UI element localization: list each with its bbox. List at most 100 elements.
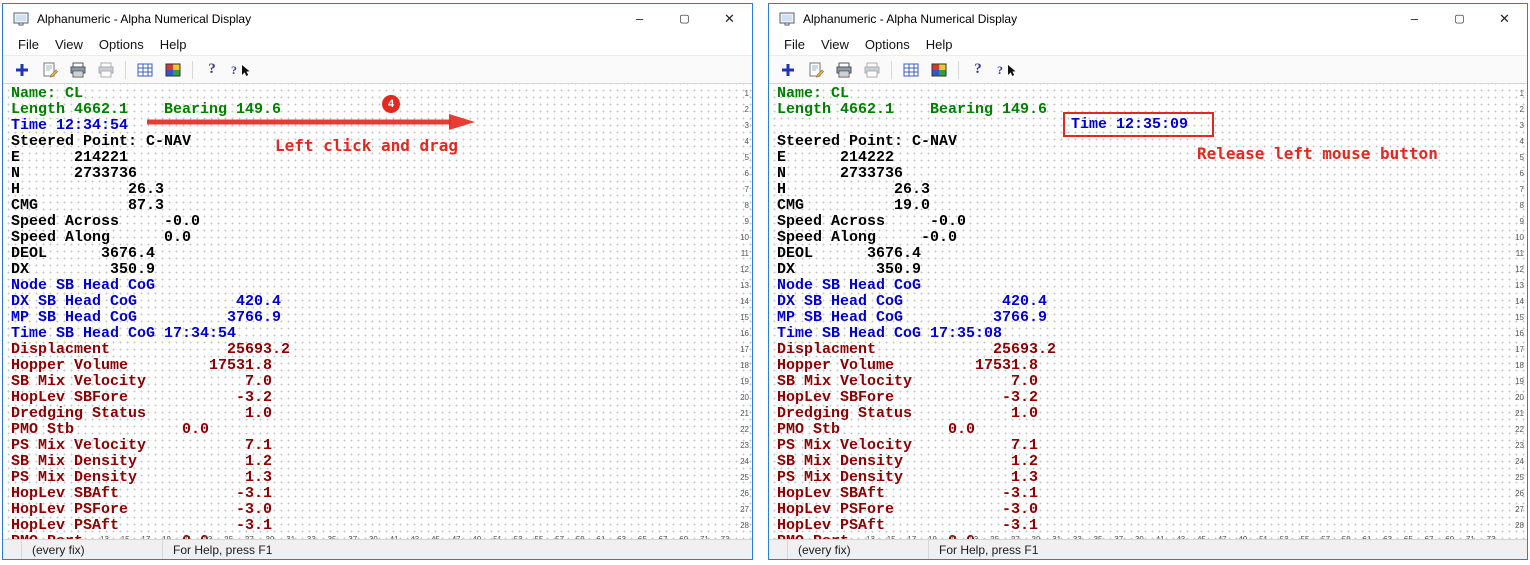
- display-line: HopLev SBAft -3.1: [11, 486, 290, 502]
- context-help-icon: ?: [997, 62, 1016, 78]
- context-help-button[interactable]: ?: [227, 58, 253, 81]
- ruler-number: 7: [740, 182, 749, 198]
- add-display-button[interactable]: [9, 58, 35, 81]
- app-icon: [13, 11, 29, 27]
- display-area[interactable]: Name: CLLength 4662.1 Bearing 149.6Steer…: [769, 84, 1527, 539]
- display-line: DX SB Head CoG 420.4: [11, 294, 290, 310]
- color-grid-icon: [165, 63, 181, 77]
- display-line: HopLev PSFore -3.0: [11, 502, 290, 518]
- display-line: Node SB Head CoG: [11, 278, 290, 294]
- display-area[interactable]: Name: CLLength 4662.1 Bearing 149.6Time …: [3, 84, 752, 539]
- ruler-number: 2: [1515, 102, 1524, 118]
- ruler-number: 22: [1515, 422, 1524, 438]
- status-fix-mode: (every fix): [22, 540, 163, 559]
- ruler-number: 15: [1515, 310, 1524, 326]
- ruler-number: 55: [534, 532, 555, 539]
- title-bar[interactable]: Alphanumeric - Alpha Numerical Display –…: [769, 4, 1527, 33]
- maximize-button[interactable]: ▢: [1437, 4, 1482, 33]
- status-help-text: For Help, press F1: [929, 543, 1038, 557]
- display-line: H 26.3: [777, 182, 1056, 198]
- display-line: Dredging Status 1.0: [11, 406, 290, 422]
- grid-setup-button[interactable]: [132, 58, 158, 81]
- ruler-number: 14: [740, 294, 749, 310]
- printer-preview-icon: [98, 62, 114, 78]
- edit-fix-button[interactable]: [803, 58, 829, 81]
- ruler-number: 71: [1466, 532, 1487, 539]
- maximize-button[interactable]: ▢: [662, 4, 707, 33]
- context-help-icon: ?: [231, 62, 250, 78]
- ruler-number: 23: [740, 438, 749, 454]
- display-line: Steered Point: C-NAV: [777, 134, 1056, 150]
- ruler-number: 6: [1515, 166, 1524, 182]
- step-badge: 4: [382, 95, 400, 113]
- menu-options[interactable]: Options: [857, 35, 918, 54]
- ruler-number: 16: [740, 326, 749, 342]
- display-line: H 26.3: [11, 182, 290, 198]
- drag-arrow-annotation: [147, 112, 477, 132]
- display-lines: Name: CLLength 4662.1 Bearing 149.6Time …: [11, 86, 290, 539]
- grid-setup-button[interactable]: [898, 58, 924, 81]
- display-line: N 2733736: [777, 166, 1056, 182]
- display-line: Hopper Volume 17531.8: [777, 358, 1056, 374]
- ruler-number: 71: [700, 532, 721, 539]
- ruler-number: 5: [1515, 150, 1524, 166]
- ruler-number: 65: [638, 532, 659, 539]
- title-bar[interactable]: Alphanumeric - Alpha Numerical Display –…: [3, 4, 752, 33]
- row-ruler: 1234567891011121314151617181920212223242…: [740, 86, 749, 534]
- ruler-number: 27: [1515, 502, 1524, 518]
- help-button[interactable]: ?: [199, 58, 225, 81]
- menu-help[interactable]: Help: [152, 35, 195, 54]
- menu-options[interactable]: Options: [91, 35, 152, 54]
- minimize-button[interactable]: –: [1392, 4, 1437, 33]
- help-button[interactable]: ?: [965, 58, 991, 81]
- floating-time[interactable]: Time 12:35:09: [1071, 117, 1188, 133]
- ruler-number: 4: [740, 134, 749, 150]
- status-cell: [769, 540, 788, 559]
- menu-help[interactable]: Help: [918, 35, 961, 54]
- ruler-number: 35: [1094, 532, 1115, 539]
- app-icon: [779, 11, 795, 27]
- menu-view[interactable]: View: [47, 35, 91, 54]
- display-line: CMG 87.3: [11, 198, 290, 214]
- display-line: SB Mix Density 1.2: [11, 454, 290, 470]
- minimize-button[interactable]: –: [617, 4, 662, 33]
- toolbar: ? ?: [3, 55, 752, 84]
- ruler-number: 51: [1259, 532, 1280, 539]
- color-setup-button[interactable]: [160, 58, 186, 81]
- ruler-number: 45: [1197, 532, 1218, 539]
- ruler-number: 28: [1515, 518, 1524, 534]
- ruler-number: 18: [1515, 358, 1524, 374]
- ruler-number: 33: [1073, 532, 1094, 539]
- display-line: [777, 118, 1056, 134]
- ruler-number: 11: [1515, 246, 1524, 262]
- close-button[interactable]: ✕: [1482, 4, 1527, 33]
- ruler-number: 21: [183, 532, 204, 539]
- menu-file[interactable]: File: [10, 35, 47, 54]
- menu-file[interactable]: File: [776, 35, 813, 54]
- ruler-number: 27: [740, 502, 749, 518]
- app-window-after: Alphanumeric - Alpha Numerical Display –…: [768, 3, 1528, 560]
- ruler-number: 20: [740, 390, 749, 406]
- ruler-number: 25: [990, 532, 1011, 539]
- print-button[interactable]: [831, 58, 857, 81]
- context-help-button[interactable]: ?: [993, 58, 1019, 81]
- print-button[interactable]: [65, 58, 91, 81]
- ruler-number: 25: [1515, 470, 1524, 486]
- edit-fix-button[interactable]: [37, 58, 63, 81]
- menu-view[interactable]: View: [813, 35, 857, 54]
- ruler-number: 2: [740, 102, 749, 118]
- print-preview-button[interactable]: [93, 58, 119, 81]
- display-line: PMO Stb 0.0: [777, 422, 1056, 438]
- ruler-number: 21: [1515, 406, 1524, 422]
- print-preview-button[interactable]: [859, 58, 885, 81]
- add-display-button[interactable]: [775, 58, 801, 81]
- svg-text:?: ?: [231, 63, 237, 77]
- annotation-label: Release left mouse button: [1197, 146, 1438, 162]
- ruler-number: 55: [1300, 532, 1321, 539]
- ruler-number: 61: [597, 532, 618, 539]
- ruler-number: 3: [1515, 118, 1524, 134]
- color-setup-button[interactable]: [926, 58, 952, 81]
- display-line: HopLev PSFore -3.0: [777, 502, 1056, 518]
- close-button[interactable]: ✕: [707, 4, 752, 33]
- ruler-number: 19: [740, 374, 749, 390]
